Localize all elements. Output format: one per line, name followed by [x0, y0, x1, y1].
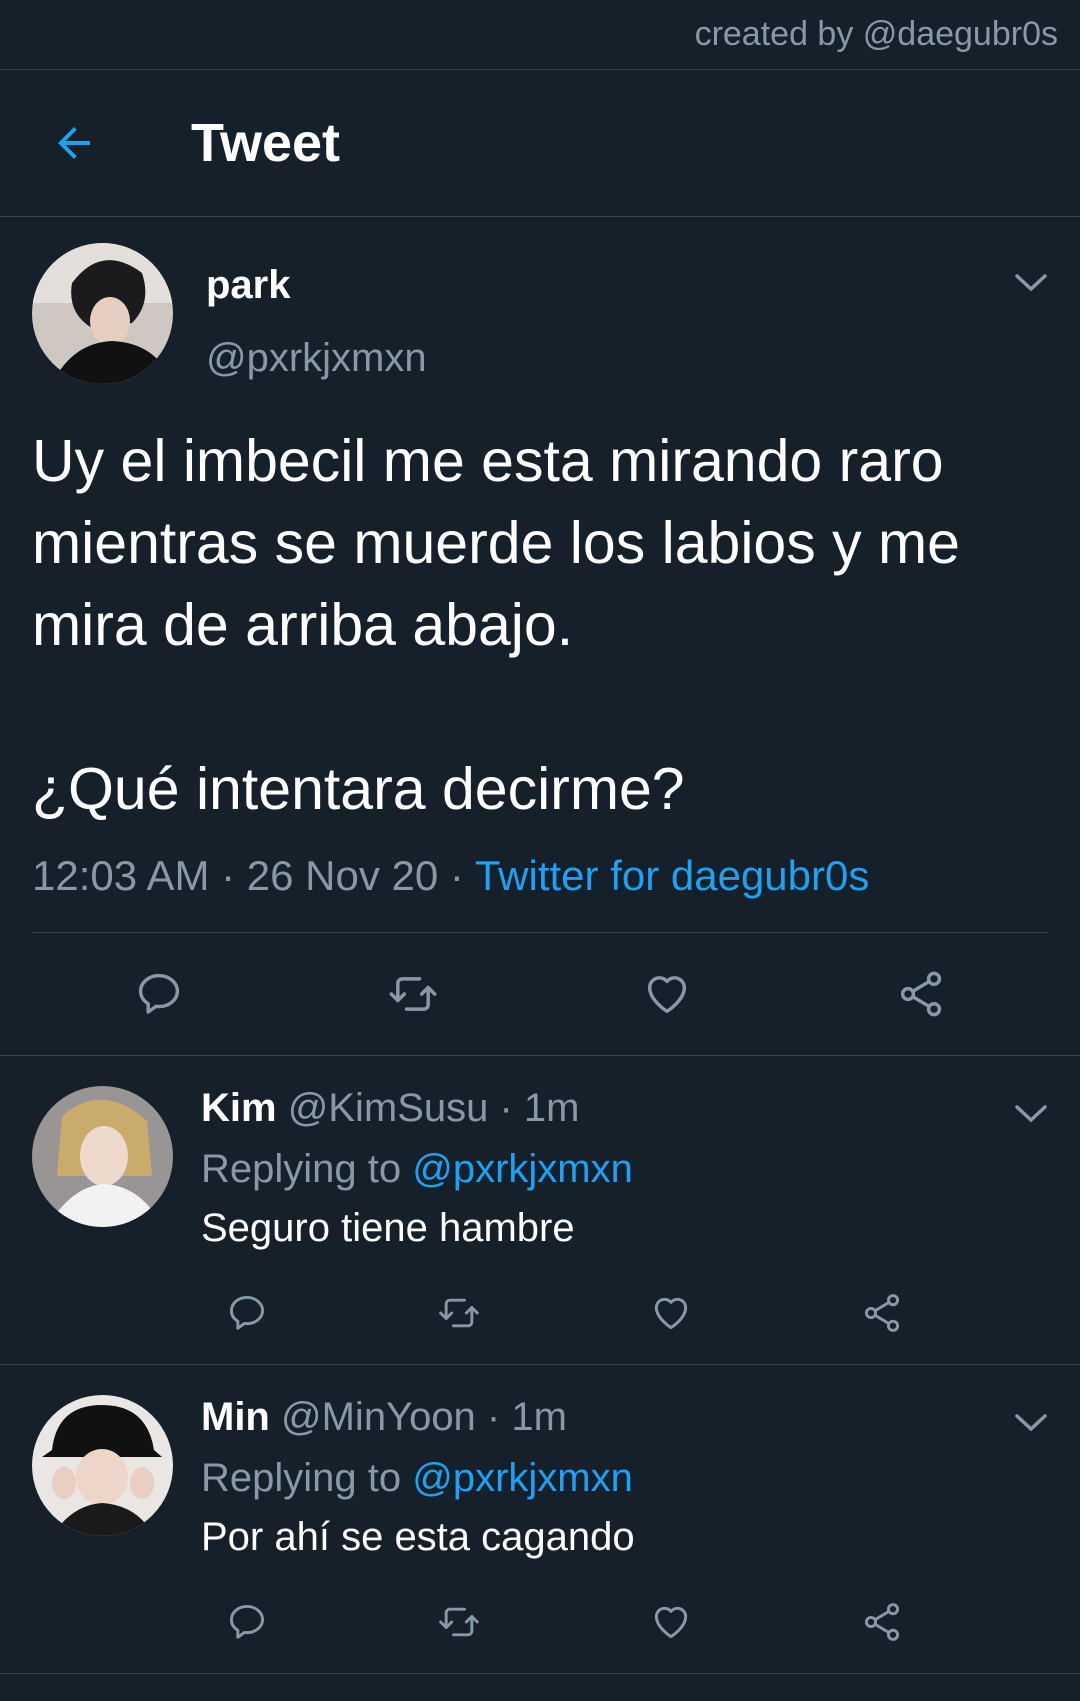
- share-icon: [865, 1603, 900, 1641]
- heart-icon: [654, 1606, 687, 1639]
- main-tweet: park @pxrkjxmxn Uy el imbecil me esta mi…: [0, 217, 1080, 1056]
- reply-button[interactable]: [201, 1291, 413, 1335]
- chevron-down-icon[interactable]: [1014, 1102, 1048, 1126]
- reply-author-handle[interactable]: @KimSusu: [288, 1086, 489, 1130]
- meta-separator: ·: [438, 852, 475, 899]
- tweet-actions: [32, 933, 1048, 1055]
- page-title: Tweet: [191, 113, 341, 173]
- like-button[interactable]: [625, 1600, 837, 1644]
- chevron-down-icon[interactable]: [1014, 1411, 1048, 1435]
- reply-time: 1m: [523, 1086, 580, 1130]
- tweet-author: park @pxrkjxmxn: [32, 243, 1048, 384]
- avatar[interactable]: [32, 1086, 173, 1227]
- share-icon: [900, 971, 942, 1017]
- reply-actions: [201, 1291, 1048, 1335]
- retweet-icon: [389, 977, 437, 1011]
- share-icon: [865, 1294, 900, 1332]
- top-app-bar: Tweet: [0, 70, 1080, 217]
- reply-author-handle[interactable]: @MinYoon: [281, 1395, 476, 1439]
- creator-credit: created by @daegubr0s: [0, 0, 1080, 70]
- retweet-button[interactable]: [286, 968, 540, 1020]
- replying-to: Replying to @pxrkjxmxn: [201, 1456, 1048, 1501]
- reply-header: Kim @KimSusu · 1m: [201, 1086, 580, 1130]
- avatar[interactable]: [32, 1395, 173, 1536]
- share-button[interactable]: [794, 968, 1048, 1020]
- creator-credit-text: created by @daegubr0s: [694, 15, 1058, 53]
- reply-tweet[interactable]: Kim @KimSusu · 1m Replying to @pxrkjxmxn…: [0, 1056, 1080, 1365]
- reply-button[interactable]: [32, 968, 286, 1020]
- like-button[interactable]: [540, 968, 794, 1020]
- reply-tweet[interactable]: Min @MinYoon · 1m Replying to @pxrkjxmxn…: [0, 1365, 1080, 1674]
- share-button[interactable]: [836, 1600, 1048, 1644]
- replying-to-label: Replying to: [201, 1456, 402, 1500]
- tweet-source-link[interactable]: Twitter for daegubr0s: [475, 852, 870, 899]
- author-handle[interactable]: @pxrkjxmxn: [206, 336, 427, 381]
- reply-icon: [229, 1295, 265, 1330]
- reply-text: Seguro tiene hambre: [201, 1206, 575, 1250]
- meta-separator: ·: [209, 852, 247, 899]
- tweet-time: 12:03 AM: [32, 852, 210, 899]
- replying-to: Replying to @pxrkjxmxn: [201, 1147, 1048, 1192]
- reply-text: Por ahí se esta cagando: [201, 1515, 635, 1559]
- tweet-meta: 12:03 AM · 26 Nov 20 · Twitter for daegu…: [32, 852, 1048, 933]
- reply-icon: [138, 973, 180, 1014]
- reply-author-name[interactable]: Kim: [201, 1086, 277, 1130]
- chevron-down-icon[interactable]: [1014, 271, 1048, 295]
- retweet-button[interactable]: [413, 1600, 625, 1644]
- heart-icon: [654, 1297, 687, 1330]
- replying-to-label: Replying to: [201, 1147, 402, 1191]
- tweet-date: 26 Nov 20: [246, 852, 439, 899]
- share-button[interactable]: [836, 1291, 1048, 1335]
- like-button[interactable]: [625, 1291, 837, 1335]
- reply-time: 1m: [511, 1395, 567, 1439]
- reply-button[interactable]: [201, 1600, 413, 1644]
- avatar[interactable]: [32, 243, 173, 384]
- reply-author-name[interactable]: Min: [201, 1395, 270, 1439]
- retweet-icon: [438, 1607, 479, 1637]
- retweet-icon: [438, 1298, 479, 1328]
- reply-header: Min @MinYoon · 1m: [201, 1395, 567, 1439]
- tweet-text: Uy el imbecil me esta mirando raro mient…: [32, 428, 960, 822]
- arrow-left-icon[interactable]: [50, 119, 98, 167]
- heart-icon: [647, 976, 687, 1014]
- retweet-button[interactable]: [413, 1291, 625, 1335]
- replying-to-handle[interactable]: @pxrkjxmxn: [412, 1456, 633, 1500]
- reply-icon: [229, 1604, 265, 1639]
- replying-to-handle[interactable]: @pxrkjxmxn: [412, 1147, 633, 1191]
- reply-actions: [201, 1600, 1048, 1644]
- author-name[interactable]: park: [206, 263, 427, 308]
